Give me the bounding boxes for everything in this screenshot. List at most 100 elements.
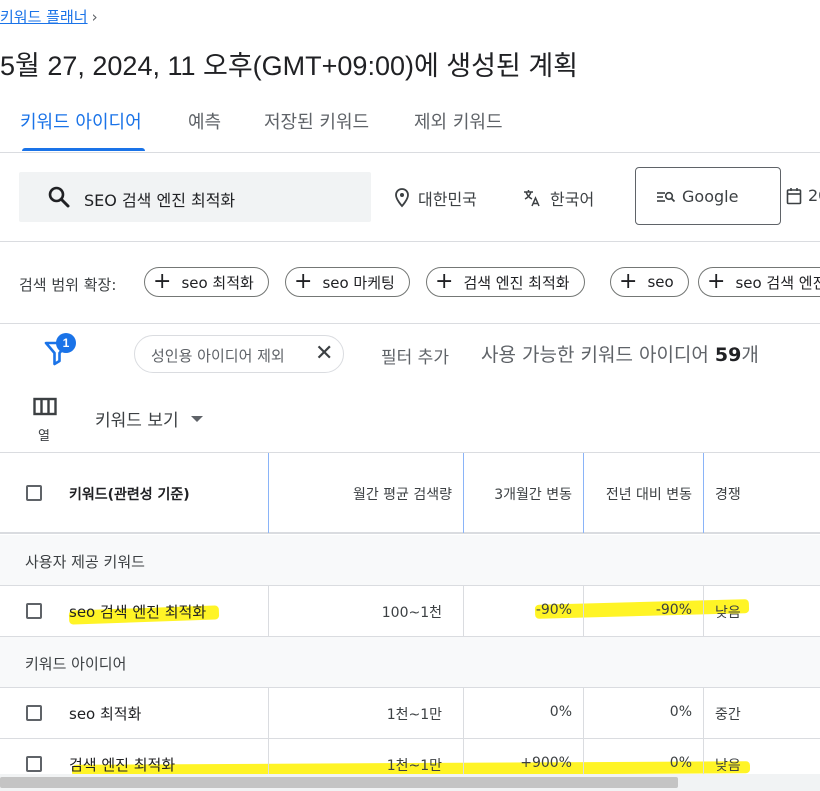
volume-cell: 1천~1만	[386, 758, 442, 774]
expand-chip-seo-marketing[interactable]: + seo 마케팅	[285, 267, 410, 297]
plus-icon: +	[294, 269, 313, 294]
row-checkbox[interactable]	[26, 705, 42, 721]
column-divider	[703, 586, 704, 636]
close-icon[interactable]: ✕	[315, 341, 333, 366]
calendar-icon	[786, 187, 802, 204]
column-divider	[463, 586, 464, 636]
filter-chip-exclude-adult[interactable]: 성인용 아이디어 제외 ✕	[134, 335, 344, 373]
column-divider	[703, 739, 704, 779]
column-divider	[463, 688, 464, 738]
chip-label: seo 최적화	[181, 273, 254, 292]
section-label: 사용자 제공 키워드	[25, 553, 145, 571]
header-avg-monthly-searches[interactable]: 월간 평균 검색량	[353, 484, 452, 504]
chip-label: seo 검색 엔진	[735, 273, 820, 292]
three-month-cell: -90%	[535, 602, 572, 618]
column-divider	[268, 739, 269, 779]
column-divider	[268, 586, 269, 636]
column-divider	[583, 739, 584, 779]
scrollbar-thumb[interactable]	[0, 777, 678, 788]
chip-label: seo	[647, 273, 674, 291]
chip-label: seo 마케팅	[322, 273, 395, 292]
column-divider	[463, 739, 464, 779]
yoy-cell: 0%	[669, 704, 692, 720]
plus-icon: +	[435, 269, 454, 294]
location-label: 대한민국	[418, 190, 477, 209]
tab-bar: 키워드 아이디어 예측 저장된 키워드 제외 키워드	[0, 96, 820, 153]
horizontal-scrollbar[interactable]	[0, 774, 820, 791]
header-three-month-change[interactable]: 3개월간 변동	[494, 484, 572, 504]
breadcrumb: 키워드 플래너 ›	[0, 6, 98, 27]
date-range-label: 20	[808, 186, 820, 205]
three-month-cell: +900%	[520, 755, 572, 771]
add-filter-button[interactable]: 필터 추가	[381, 343, 449, 368]
column-divider	[703, 688, 704, 738]
expand-search-label: 검색 범위 확장:	[19, 276, 117, 294]
keyword-view-label: 키워드 보기	[95, 411, 179, 431]
yoy-cell: 0%	[669, 755, 692, 771]
location-pin-icon	[395, 188, 409, 208]
available-suffix: 개	[741, 344, 759, 366]
tab-negative-keywords[interactable]: 제외 키워드	[414, 108, 503, 134]
expand-chip-seo-optimization[interactable]: + seo 최적화	[144, 267, 269, 297]
column-divider	[583, 688, 584, 738]
caret-down-icon	[190, 415, 203, 422]
volume-cell: 1천~1만	[386, 707, 442, 723]
select-all-checkbox[interactable]	[26, 485, 42, 501]
network-label: Google	[682, 187, 739, 206]
keyword-cell[interactable]: 검색 엔진 최적화	[69, 754, 175, 775]
section-label: 키워드 아이디어	[25, 655, 127, 673]
header-yoy-change[interactable]: 전년 대비 변동	[606, 484, 692, 504]
available-ideas-count: 사용 가능한 키워드 아이디어 59개	[481, 340, 759, 367]
volume-cell: 100~1천	[381, 605, 442, 621]
competition-cell: 낮음	[715, 758, 741, 774]
columns-label[interactable]: 열	[38, 425, 50, 444]
table-header: 키워드(관련성 기준) 월간 평균 검색량 3개월간 변동 전년 대비 변동 경…	[0, 452, 820, 534]
row-checkbox[interactable]	[26, 603, 42, 619]
location-selector[interactable]: 대한민국	[394, 186, 477, 210]
competition-cell: 중간	[715, 707, 741, 723]
network-selector[interactable]: Google	[635, 167, 781, 225]
search-icon	[48, 186, 70, 208]
expand-chip-seo[interactable]: + seo	[610, 267, 689, 297]
page-title: 5월 27, 2024, 11 오후(GMT+09:00)에 생성된 계획	[0, 51, 579, 81]
expand-chip-search-engine-optimization[interactable]: + 검색 엔진 최적화	[426, 267, 585, 297]
chevron-right-icon: ›	[91, 7, 98, 26]
column-divider	[463, 453, 464, 533]
three-month-cell: 0%	[549, 704, 572, 720]
plus-icon: +	[619, 269, 638, 294]
plus-icon: +	[153, 269, 172, 294]
header-competition[interactable]: 경쟁	[715, 484, 741, 504]
plus-icon: +	[707, 269, 726, 294]
divider	[0, 323, 820, 324]
expand-chip-seo-search-engine[interactable]: + seo 검색 엔진	[698, 267, 820, 297]
section-keyword-ideas: 키워드 아이디어	[0, 637, 820, 688]
column-divider	[268, 453, 269, 533]
filter-count-badge: 1	[56, 333, 76, 353]
chip-label: 검색 엔진 최적화	[463, 273, 570, 292]
breadcrumb-keyword-planner-link[interactable]: 키워드 플래너	[0, 6, 88, 27]
date-range-selector[interactable]: 20	[786, 186, 820, 205]
keyword-view-select[interactable]: 키워드 보기	[95, 406, 203, 431]
column-divider	[583, 453, 584, 533]
keyword-cell[interactable]: seo 최적화	[69, 703, 141, 724]
tab-forecast[interactable]: 예측	[188, 108, 221, 134]
table-row: seo 최적화 1천~1만 0% 0% 중간	[0, 688, 820, 739]
keyword-search-bar[interactable]: SEO 검색 엔진 최적화	[19, 172, 371, 222]
keyword-cell[interactable]: seo 검색 엔진 최적화	[69, 601, 206, 622]
available-prefix: 사용 가능한 키워드 아이디어	[481, 344, 715, 366]
header-keyword[interactable]: 키워드(관련성 기준)	[69, 484, 190, 504]
search-input[interactable]: SEO 검색 엔진 최적화	[84, 187, 235, 211]
divider	[0, 241, 820, 242]
tab-keyword-ideas[interactable]: 키워드 아이디어	[20, 108, 142, 134]
tab-saved-keywords[interactable]: 저장된 키워드	[264, 108, 369, 134]
active-tab-indicator	[22, 148, 145, 151]
columns-icon[interactable]	[33, 396, 57, 418]
language-label: 한국어	[550, 190, 595, 209]
table-row: seo 검색 엔진 최적화 100~1천 -90% -90% 낮음	[0, 586, 820, 637]
column-divider	[268, 688, 269, 738]
row-checkbox[interactable]	[26, 756, 42, 772]
available-count: 59	[714, 344, 742, 366]
yoy-cell: -90%	[655, 602, 692, 618]
language-selector[interactable]: 한국어	[522, 186, 594, 210]
competition-cell: 낮음	[715, 605, 741, 621]
